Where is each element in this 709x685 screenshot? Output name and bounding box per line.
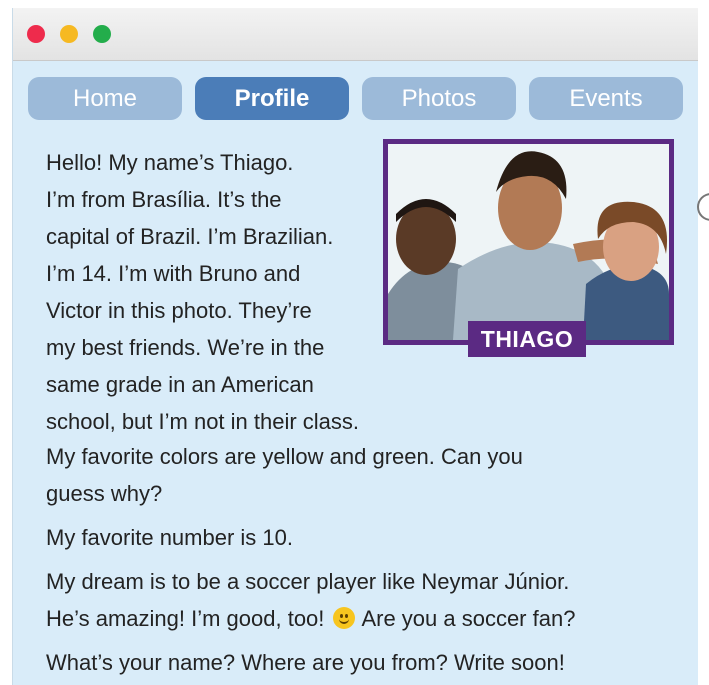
profile-photo <box>383 139 674 345</box>
close-window-button[interactable] <box>27 25 45 43</box>
intro-line: school, but I’m not in their class. <box>46 409 360 434</box>
colors-paragraph: My favorite colors are yellow and green.… <box>46 438 686 512</box>
intro-line: I’m 14. I’m with Bruno and <box>46 261 301 286</box>
colors-line: My favorite colors are yellow and green.… <box>46 444 523 469</box>
dream-paragraph: My dream is to be a soccer player like N… <box>46 563 686 637</box>
dream-line: Are you a soccer fan? <box>361 606 576 631</box>
tab-events[interactable]: Events <box>529 77 683 120</box>
maximize-window-button[interactable] <box>93 25 111 43</box>
title-bar <box>13 8 698 61</box>
intro-line: I’m from Brasília. It’s the <box>46 187 282 212</box>
colors-line: guess why? <box>46 481 163 506</box>
browser-window: Home Profile Photos Events Hello! My nam… <box>12 8 698 685</box>
intro-line: my best friends. We’re in the <box>46 335 325 360</box>
smiley-face-icon <box>332 607 355 629</box>
intro-line: Hello! My name’s Thiago. <box>46 150 294 175</box>
friends-photo-image <box>388 144 669 340</box>
minimize-window-button[interactable] <box>60 25 78 43</box>
number-paragraph: My favorite number is 10. <box>46 525 293 550</box>
closing-paragraph: What’s your name? Where are you from? Wr… <box>46 650 565 675</box>
photo-name-tag: THIAGO <box>468 321 586 357</box>
tab-photos[interactable]: Photos <box>362 77 516 120</box>
intro-line: Victor in this photo. They’re <box>46 298 312 323</box>
tab-home[interactable]: Home <box>28 77 182 120</box>
intro-line: same grade in an American <box>46 372 314 397</box>
partial-edge-icon <box>697 193 709 221</box>
dream-line: He’s amazing! I’m good, too! <box>46 606 325 631</box>
intro-line: capital of Brazil. I’m Brazilian. <box>46 224 334 249</box>
intro-paragraph: Hello! My name’s Thiago. I’m from Brasíl… <box>46 144 391 440</box>
tab-profile[interactable]: Profile <box>195 77 349 120</box>
dream-line: My dream is to be a soccer player like N… <box>46 569 570 594</box>
